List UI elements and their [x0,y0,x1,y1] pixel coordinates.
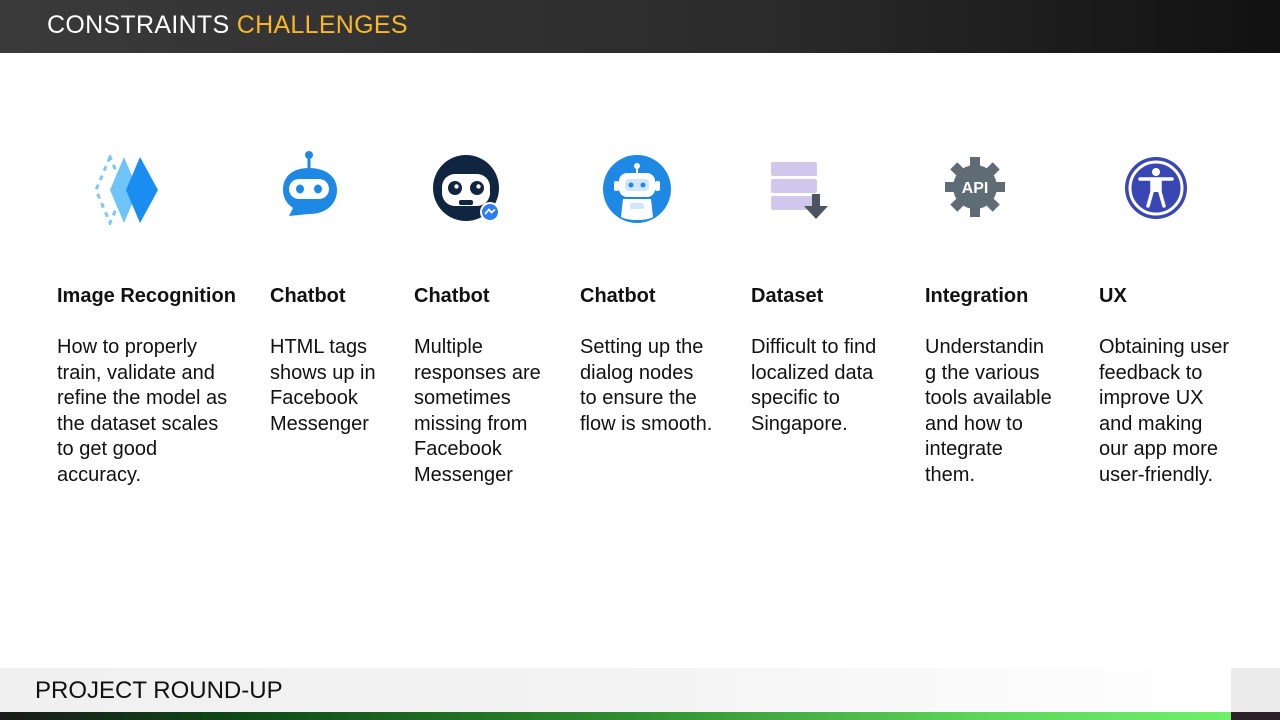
column-dataset: Dataset Difficult to find localized data… [751,283,891,437]
column-body: Obtaining user feedback to improve UX an… [1099,336,1230,486]
column-title: Image Recognition [57,285,236,307]
column-title: UX [1099,285,1127,307]
column-body: HTML tags shows up in Facebook Messenger [270,336,376,435]
api-gear-icon: API [945,157,1005,217]
column-body: How to properly train, validate and refi… [57,336,228,486]
column-title: Chatbot [580,285,656,307]
image-recognition-diamond-icon [94,155,158,225]
column-body: Multiple responses are sometimes missing… [414,336,541,486]
footer-accent-bar [0,712,1231,720]
database-download-icon [771,162,828,219]
footer-title: PROJECT ROUND-UP [35,677,283,704]
column-image-recognition: Image Recognition How to properly train,… [57,283,237,489]
column-ux: UX Obtaining user feedback to improve UX… [1099,283,1234,489]
column-chatbot-2: Chatbot Multiple responses are sometimes… [414,283,549,489]
robot-icon [603,155,671,223]
column-integration: Integration Understanding the various to… [925,283,1055,489]
accessibility-icon [1125,157,1187,219]
column-body: Understanding the various tools availabl… [925,336,1052,486]
svg-text:API: API [962,180,989,197]
footer-accent-corner [1231,712,1280,720]
column-title: Chatbot [270,285,346,307]
column-title: Integration [925,285,1029,307]
title-accent: CHALLENGES [236,11,408,39]
column-chatbot-1: Chatbot HTML tags shows up in Facebook M… [270,283,390,437]
column-title: Chatbot [414,285,490,307]
footer-bar: PROJECT ROUND-UP [0,668,1231,712]
column-title: Dataset [751,285,824,307]
chatbot-bubble-icon [283,151,337,216]
column-body: Difficult to find localized data specifi… [751,336,877,435]
column-chatbot-3: Chatbot Setting up the dialog nodes to e… [580,283,715,437]
title-bar: CONSTRAINTS CHALLENGES [0,0,1280,53]
messenger-bot-icon [433,155,500,222]
title-main: CONSTRAINTS [47,11,230,39]
footer-corner [1231,668,1280,712]
slide-title: CONSTRAINTS CHALLENGES [47,11,408,40]
column-body: Setting up the dialog nodes to ensure th… [580,336,713,435]
